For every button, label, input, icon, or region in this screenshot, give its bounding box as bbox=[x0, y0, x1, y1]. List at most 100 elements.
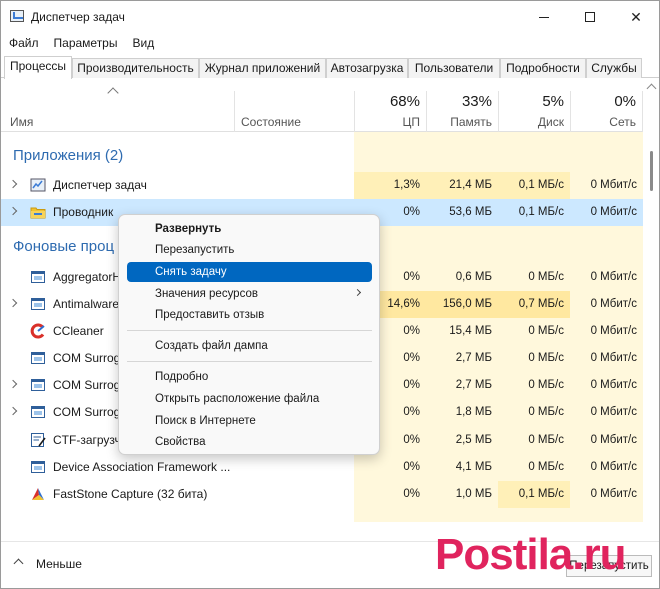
tab-users[interactable]: Пользователи bbox=[408, 58, 500, 78]
menu-separator bbox=[127, 361, 372, 362]
disk-value: 0,1 МБ/с bbox=[498, 481, 570, 508]
cpu-value: 1,3% bbox=[354, 172, 426, 199]
process-name: COM Surrog bbox=[53, 351, 121, 365]
window-app-icon bbox=[31, 461, 45, 473]
process-name: Диспетчер задач bbox=[53, 178, 147, 192]
network-value: 0 Мбит/с bbox=[590, 488, 637, 500]
group-label-background: Фоновые проц bbox=[13, 238, 115, 255]
memory-value: 21,4 МБ bbox=[426, 172, 498, 199]
vertical-scrollbar[interactable] bbox=[644, 79, 659, 522]
chevron-up-icon[interactable] bbox=[13, 558, 24, 569]
context-menu: Развернуть Перезапустить Снять задачу Зн… bbox=[118, 214, 380, 455]
process-name: Antimalware bbox=[53, 297, 120, 311]
window-app-icon bbox=[31, 298, 45, 310]
network-value: 0 Мбит/с bbox=[590, 271, 637, 283]
memory-value: 2,7 МБ bbox=[455, 352, 492, 364]
window-app-icon bbox=[31, 352, 45, 364]
process-name: CCleaner bbox=[53, 324, 104, 338]
column-name[interactable]: Имя bbox=[10, 115, 33, 129]
network-value: 0 Мбит/с bbox=[570, 199, 643, 226]
column-disk[interactable]: Диск bbox=[498, 115, 564, 129]
menu-item-create-dump[interactable]: Создать файл дампа bbox=[127, 336, 372, 356]
maximize-icon bbox=[585, 12, 595, 22]
disk-value: 0 МБ/с bbox=[528, 352, 564, 364]
network-value: 0 Мбит/с bbox=[590, 406, 637, 418]
process-name: Проводник bbox=[53, 205, 114, 219]
menu-item-properties[interactable]: Свойства bbox=[127, 432, 372, 452]
memory-value: 0,6 МБ bbox=[455, 271, 492, 283]
table-row[interactable]: Диспетчер задач 1,3% 21,4 МБ 0,1 МБ/с 0 … bbox=[1, 172, 643, 199]
tab-app-history[interactable]: Журнал приложений bbox=[199, 58, 326, 78]
column-divider bbox=[234, 91, 235, 132]
disk-value: 0,1 МБ/с bbox=[498, 199, 570, 226]
memory-value: 15,4 МБ bbox=[449, 325, 492, 337]
column-network[interactable]: Сеть bbox=[570, 115, 636, 129]
title-bar: Диспетчер задач ✕ bbox=[1, 1, 659, 33]
task-manager-icon bbox=[10, 10, 24, 22]
menu-options[interactable]: Параметры bbox=[46, 34, 125, 52]
memory-value: 2,5 МБ bbox=[455, 434, 492, 446]
process-name: CTF-загрузч bbox=[53, 433, 121, 447]
tab-services[interactable]: Службы bbox=[586, 58, 642, 78]
column-cpu[interactable]: ЦП bbox=[354, 115, 420, 129]
column-disk-pct[interactable]: 5% bbox=[498, 93, 564, 110]
restart-button[interactable]: Перезапустить bbox=[566, 555, 652, 577]
expand-chevron-icon[interactable] bbox=[8, 298, 18, 308]
menu-item-resource-values[interactable]: Значения ресурсов bbox=[127, 284, 372, 304]
footer-bar: Меньше Перезапустить bbox=[1, 541, 659, 588]
close-button[interactable]: ✕ bbox=[613, 1, 659, 33]
network-value: 0 Мбит/с bbox=[590, 434, 637, 446]
tab-strip: Процессы Производительность Журнал прило… bbox=[1, 56, 659, 79]
table-row[interactable]: Device Association Framework ... 0% 4,1 … bbox=[1, 454, 643, 481]
minimize-button[interactable] bbox=[521, 1, 567, 33]
process-name: COM Surrog bbox=[53, 378, 121, 392]
process-name: COM Surrog bbox=[53, 405, 121, 419]
column-cpu-pct[interactable]: 68% bbox=[354, 93, 420, 110]
menu-item-open-location[interactable]: Открыть расположение файла bbox=[127, 389, 372, 409]
column-divider bbox=[642, 91, 643, 132]
tab-details[interactable]: Подробности bbox=[500, 58, 586, 78]
expand-chevron-icon[interactable] bbox=[8, 179, 18, 189]
tab-startup[interactable]: Автозагрузка bbox=[326, 58, 408, 78]
maximize-button[interactable] bbox=[567, 1, 613, 33]
tab-performance[interactable]: Производительность bbox=[72, 58, 199, 78]
submenu-arrow-icon bbox=[353, 288, 362, 297]
menu-item-feedback[interactable]: Предоставить отзыв bbox=[127, 305, 372, 325]
column-memory[interactable]: Память bbox=[426, 115, 492, 129]
disk-value: 0,7 МБ/с bbox=[498, 291, 570, 318]
menu-item-search-online[interactable]: Поиск в Интернете bbox=[127, 411, 372, 431]
memory-value: 1,0 МБ bbox=[455, 488, 492, 500]
table-row[interactable]: FastStone Capture (32 бита) 0% 1,0 МБ 0,… bbox=[1, 481, 643, 508]
column-status[interactable]: Состояние bbox=[241, 115, 301, 129]
tab-processes[interactable]: Процессы bbox=[4, 56, 72, 79]
group-header-apps[interactable]: Приложения (2) bbox=[1, 142, 643, 169]
process-name: AggregatorH bbox=[53, 270, 122, 284]
process-name: FastStone Capture (32 бита) bbox=[53, 487, 208, 501]
memory-value: 53,6 МБ bbox=[426, 199, 498, 226]
expand-chevron-icon[interactable] bbox=[8, 379, 18, 389]
menu-item-details[interactable]: Подробно bbox=[127, 367, 372, 387]
scrollbar-thumb[interactable] bbox=[650, 151, 653, 191]
window-title: Диспетчер задач bbox=[31, 10, 125, 24]
fewer-details-link[interactable]: Меньше bbox=[36, 557, 82, 571]
menu-bar: Файл Параметры Вид bbox=[1, 34, 161, 52]
faststone-icon bbox=[32, 488, 44, 500]
menu-item-end-task[interactable]: Снять задачу bbox=[127, 262, 372, 282]
column-memory-pct[interactable]: 33% bbox=[426, 93, 492, 110]
network-value: 0 Мбит/с bbox=[590, 379, 637, 391]
menu-item-label: Значения ресурсов bbox=[155, 288, 258, 300]
expand-chevron-icon[interactable] bbox=[8, 206, 18, 216]
network-value: 0 Мбит/с bbox=[590, 298, 637, 310]
menu-file[interactable]: Файл bbox=[1, 34, 46, 52]
process-name: Device Association Framework ... bbox=[53, 460, 231, 474]
column-network-pct[interactable]: 0% bbox=[570, 93, 636, 110]
sort-ascending-icon bbox=[107, 87, 119, 99]
menu-view[interactable]: Вид bbox=[124, 34, 161, 52]
menu-item-expand[interactable]: Развернуть bbox=[127, 219, 372, 239]
expand-chevron-icon[interactable] bbox=[8, 406, 18, 416]
disk-value: 0 МБ/с bbox=[528, 325, 564, 337]
network-value: 0 Мбит/с bbox=[590, 325, 637, 337]
window-app-icon bbox=[31, 406, 45, 418]
ccleaner-icon bbox=[30, 323, 45, 339]
menu-item-restart[interactable]: Перезапустить bbox=[127, 240, 372, 260]
